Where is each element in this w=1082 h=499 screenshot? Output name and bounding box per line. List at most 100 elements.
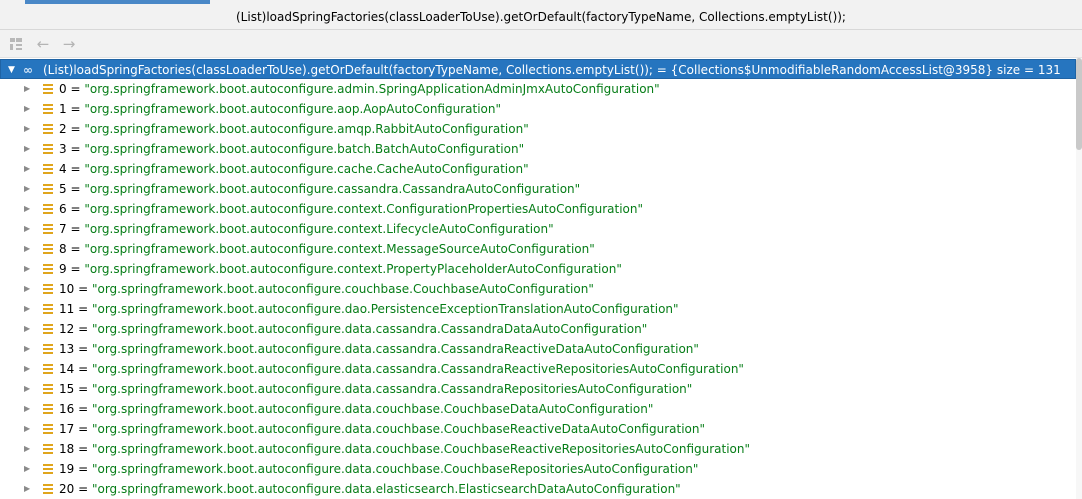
chevron-right-icon[interactable]: ▶ — [24, 379, 30, 399]
chevron-right-icon[interactable]: ▶ — [24, 419, 30, 439]
tree-node-row[interactable]: ▶ 8 = "org.springframework.boot.autoconfi… — [0, 239, 1076, 259]
node-index: 19 = — [59, 462, 92, 476]
node-label: 10 = "org.springframework.boot.autoconfi… — [59, 279, 594, 299]
node-value: "org.springframework.boot.autoconfigure.… — [84, 162, 529, 176]
node-label: 1 = "org.springframework.boot.autoconfig… — [59, 99, 501, 119]
node-value: "org.springframework.boot.autoconfigure.… — [84, 262, 622, 276]
chevron-right-icon[interactable]: ▶ — [24, 399, 30, 419]
chevron-right-icon[interactable]: ▶ — [24, 199, 30, 219]
node-index: 14 = — [59, 362, 92, 376]
tree-node-row[interactable]: ▶ 3 = "org.springframework.boot.autoconfi… — [0, 139, 1076, 159]
node-value: "org.springframework.boot.autoconfigure.… — [84, 182, 581, 196]
node-value: "org.springframework.boot.autoconfigure.… — [91, 322, 648, 336]
tree-node-row[interactable]: ▶ 15 = "org.springframework.boot.autoconf… — [0, 379, 1076, 399]
node-label: 12 = "org.springframework.boot.autoconfi… — [59, 319, 647, 339]
node-index: 10 = — [59, 282, 92, 296]
field-icon — [43, 444, 53, 454]
node-value: "org.springframework.boot.autoconfigure.… — [91, 342, 699, 356]
tree-node-row[interactable]: ▶ 5 = "org.springframework.boot.autoconfi… — [0, 179, 1076, 199]
node-value: "org.springframework.boot.autoconfigure.… — [84, 102, 502, 116]
tree-node-row[interactable]: ▶ 10 = "org.springframework.boot.autoconf… — [0, 279, 1076, 299]
node-index: 13 = — [59, 342, 92, 356]
tree-node-row[interactable]: ▶ 14 = "org.springframework.boot.autoconf… — [0, 359, 1076, 379]
chevron-right-icon[interactable]: ▶ — [24, 359, 30, 379]
field-icon — [43, 404, 53, 414]
chevron-right-icon[interactable]: ▶ — [24, 299, 30, 319]
chevron-right-icon[interactable]: ▶ — [24, 479, 30, 499]
arrow-left-icon[interactable]: ← — [34, 35, 52, 53]
node-value: "org.springframework.boot.autoconfigure.… — [91, 422, 706, 436]
node-label: 3 = "org.springframework.boot.autoconfig… — [59, 139, 524, 159]
node-index: 20 = — [59, 482, 92, 496]
node-index: 0 = — [59, 82, 85, 96]
chevron-right-icon[interactable]: ▶ — [24, 139, 30, 159]
node-value: "org.springframework.boot.autoconfigure.… — [84, 82, 660, 96]
node-value: "org.springframework.boot.autoconfigure.… — [91, 302, 679, 316]
tree-node-row[interactable]: ▶ 12 = "org.springframework.boot.autoconf… — [0, 319, 1076, 339]
arrow-right-icon[interactable]: → — [60, 35, 78, 53]
node-value: "org.springframework.boot.autoconfigure.… — [84, 222, 554, 236]
chevron-right-icon[interactable]: ▶ — [24, 439, 30, 459]
tree-node-row[interactable]: ▶ 20 = "org.springframework.boot.autoconf… — [0, 479, 1076, 499]
tree-layout-icon[interactable] — [8, 35, 26, 53]
active-tab-strip — [25, 0, 210, 4]
chevron-right-icon[interactable]: ▶ — [24, 319, 30, 339]
chevron-right-icon[interactable]: ▶ — [24, 219, 30, 239]
node-label: 20 = "org.springframework.boot.autoconfi… — [59, 479, 681, 499]
chevron-down-icon[interactable]: ▼ — [8, 60, 15, 80]
field-icon — [43, 144, 53, 154]
tree-root-row[interactable]: ▼ ∞ (List)loadSpringFactories(classLoade… — [0, 59, 1076, 79]
node-index: 18 = — [59, 442, 92, 456]
field-icon — [43, 164, 53, 174]
tree-node-row[interactable]: ▶ 1 = "org.springframework.boot.autoconfi… — [0, 99, 1076, 119]
node-index: 3 = — [59, 142, 85, 156]
root-node-label: (List)loadSpringFactories(classLoaderToU… — [43, 63, 1061, 77]
node-index: 5 = — [59, 182, 85, 196]
node-value: "org.springframework.boot.autoconfigure.… — [84, 122, 529, 136]
chevron-right-icon[interactable]: ▶ — [24, 159, 30, 179]
tree-node-row[interactable]: ▶ 2 = "org.springframework.boot.autoconfi… — [0, 119, 1076, 139]
field-icon — [43, 104, 53, 114]
tree-node-row[interactable]: ▶ 18 = "org.springframework.boot.autoconf… — [0, 439, 1076, 459]
field-icon — [43, 384, 53, 394]
tree-node-row[interactable]: ▶ 6 = "org.springframework.boot.autoconfi… — [0, 199, 1076, 219]
chevron-right-icon[interactable]: ▶ — [24, 179, 30, 199]
node-index: 1 = — [59, 102, 85, 116]
chevron-right-icon[interactable]: ▶ — [24, 99, 30, 119]
node-label: 16 = "org.springframework.boot.autoconfi… — [59, 399, 653, 419]
field-icon — [43, 244, 53, 254]
chevron-right-icon[interactable]: ▶ — [24, 459, 30, 479]
node-label: 7 = "org.springframework.boot.autoconfig… — [59, 219, 554, 239]
node-label: 5 = "org.springframework.boot.autoconfig… — [59, 179, 580, 199]
node-index: 11 = — [59, 302, 92, 316]
tree-node-row[interactable]: ▶ 0 = "org.springframework.boot.autoconfi… — [0, 79, 1076, 99]
chevron-right-icon[interactable]: ▶ — [24, 119, 30, 139]
tree-node-row[interactable]: ▶ 11 = "org.springframework.boot.autoconf… — [0, 299, 1076, 319]
field-icon — [43, 224, 53, 234]
node-value: "org.springframework.boot.autoconfigure.… — [84, 242, 595, 256]
tree-node-row[interactable]: ▶ 17 = "org.springframework.boot.autoconf… — [0, 419, 1076, 439]
tree-node-row[interactable]: ▶ 9 = "org.springframework.boot.autoconfi… — [0, 259, 1076, 279]
chevron-right-icon[interactable]: ▶ — [24, 79, 30, 99]
node-label: 11 = "org.springframework.boot.autoconfi… — [59, 299, 679, 319]
tree-node-row[interactable]: ▶ 19 = "org.springframework.boot.autoconf… — [0, 459, 1076, 479]
chevron-right-icon[interactable]: ▶ — [24, 259, 30, 279]
chevron-right-icon[interactable]: ▶ — [24, 339, 30, 359]
scrollbar-thumb[interactable] — [1076, 58, 1082, 150]
node-label: 2 = "org.springframework.boot.autoconfig… — [59, 119, 529, 139]
tree-node-row[interactable]: ▶ 4 = "org.springframework.boot.autoconfi… — [0, 159, 1076, 179]
chevron-right-icon[interactable]: ▶ — [24, 239, 30, 259]
node-index: 15 = — [59, 382, 92, 396]
vertical-scrollbar[interactable] — [1076, 58, 1082, 499]
tree-node-row[interactable]: ▶ 7 = "org.springframework.boot.autoconfi… — [0, 219, 1076, 239]
tree-node-row[interactable]: ▶ 13 = "org.springframework.boot.autoconf… — [0, 339, 1076, 359]
node-label: 18 = "org.springframework.boot.autoconfi… — [59, 439, 750, 459]
infinity-icon: ∞ — [23, 63, 33, 77]
variables-tree: ▼ ∞ (List)loadSpringFactories(classLoade… — [0, 58, 1082, 499]
node-index: 4 = — [59, 162, 85, 176]
chevron-right-icon[interactable]: ▶ — [24, 279, 30, 299]
tree-node-row[interactable]: ▶ 16 = "org.springframework.boot.autoconf… — [0, 399, 1076, 419]
node-index: 16 = — [59, 402, 92, 416]
node-label: 9 = "org.springframework.boot.autoconfig… — [59, 259, 622, 279]
node-index: 8 = — [59, 242, 85, 256]
